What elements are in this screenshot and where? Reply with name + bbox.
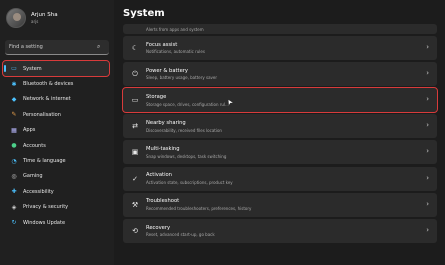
sidebar-item-label: Bluetooth & devices xyxy=(23,81,74,88)
accounts-icon: ● xyxy=(11,142,17,150)
bluetooth-icon: ✱ xyxy=(11,80,17,88)
sidebar-item-accounts[interactable]: ● Accounts xyxy=(3,138,109,153)
clock-icon: ◔ xyxy=(11,157,17,165)
settings-item-storage[interactable]: ▭ Storage Storage space, drives, configura… xyxy=(122,87,438,114)
settings-item-description: Discoverability, received files location xyxy=(146,127,222,133)
settings-item-description: Notifications, automatic rules xyxy=(146,49,205,55)
settings-item-description: Storage space, drives, configuration rul… xyxy=(146,101,229,107)
settings-item-title: Troubleshoot xyxy=(146,198,180,205)
settings-item-nearby-sharing[interactable]: ⇄ Nearby sharing Discoverability, received… xyxy=(123,114,437,139)
user-email: arjs xyxy=(31,19,39,24)
sidebar-item-personalisation[interactable]: ✎ Personalisation xyxy=(3,107,109,122)
gamepad-icon: ◎ xyxy=(11,172,17,180)
search-icon[interactable]: ⌕ xyxy=(97,43,100,51)
sidebar-item-label: System xyxy=(23,65,42,72)
settings-item-title: Nearby sharing xyxy=(146,120,186,127)
update-icon: ↻ xyxy=(11,219,17,227)
moon-icon: ☾ xyxy=(131,44,139,53)
apps-icon: ▦ xyxy=(11,126,17,134)
user-profile[interactable]: Arjun Sha arjs xyxy=(6,8,58,28)
network-icon: ◆ xyxy=(11,95,17,103)
sidebar-item-label: Time & language xyxy=(23,158,66,165)
power-icon: ⏻ xyxy=(132,69,138,78)
settings-item-description: Reset, advanced start-up, go back xyxy=(146,232,215,237)
settings-item-focus-assist[interactable]: ☾ Focus assist Notifications, automatic ru… xyxy=(123,36,437,61)
settings-item-title: Recovery xyxy=(146,224,171,231)
settings-item-recovery[interactable]: ⟲ Recovery Reset, advanced start-up, go ba… xyxy=(123,218,437,243)
sidebar-item-label: Gaming xyxy=(23,173,43,180)
check-icon: ✓ xyxy=(132,174,138,183)
sidebar: Arjun Sha arjs ⌕ ▭ System ✱ Bluetooth & dev… xyxy=(0,0,114,265)
sidebar-item-windows-update[interactable]: ↻ Windows Update xyxy=(3,215,109,230)
settings-item-multi-tasking[interactable]: ▣ Multi-tasking Snap windows, desktops, ta… xyxy=(123,140,437,165)
settings-item-description: Sleep, battery usage, battery saver xyxy=(146,75,218,81)
chevron-right-icon: › xyxy=(426,173,429,182)
sidebar-item-label: Windows Update xyxy=(23,219,66,226)
sidebar-item-system[interactable]: ▭ System xyxy=(2,59,110,78)
accessibility-icon: ✚ xyxy=(11,188,17,196)
settings-item-title: Focus assist xyxy=(146,41,178,48)
settings-item-title: Multi-tasking xyxy=(146,146,180,153)
sidebar-item-label: Accessibility xyxy=(23,188,54,195)
settings-list: Alerts from apps and system ☾ Focus assist… xyxy=(122,24,438,245)
sidebar-item-label: Network & internet xyxy=(23,96,71,103)
sidebar-item-label: Accounts xyxy=(23,142,46,149)
chevron-right-icon: › xyxy=(426,225,429,234)
wrench-icon: ⚒ xyxy=(131,200,139,209)
page-title: System xyxy=(123,8,165,19)
settings-item-power-battery[interactable]: ⏻ Power & battery Sleep, battery usage, ba… xyxy=(123,62,437,87)
settings-item-description: Activation state, subscriptions, product… xyxy=(146,179,233,185)
settings-item-description: Recommended troubleshooters, preferences… xyxy=(146,205,252,211)
sidebar-item-label: Apps xyxy=(23,127,36,134)
monitor-icon: ▭ xyxy=(11,65,17,73)
chevron-right-icon: › xyxy=(426,199,429,208)
sidebar-item-label: Personalisation xyxy=(23,111,61,118)
sidebar-item-network-internet[interactable]: ◆ Network & internet xyxy=(3,92,109,107)
brush-icon: ✎ xyxy=(11,111,17,119)
sidebar-item-time-language[interactable]: ◔ Time & language xyxy=(3,153,109,168)
chevron-right-icon: › xyxy=(426,95,429,104)
avatar xyxy=(6,8,26,28)
shield-icon: ◈ xyxy=(11,203,17,211)
sidebar-nav: ▭ System ✱ Bluetooth & devices ◆ Network & in… xyxy=(2,59,110,230)
mouse-cursor-icon: ➤ xyxy=(225,97,235,107)
search-input[interactable] xyxy=(9,44,97,50)
settings-item-description: Alerts from apps and system xyxy=(146,26,204,32)
settings-item-description: Snap windows, desktops, task switching xyxy=(146,153,227,159)
settings-item-title: Activation xyxy=(146,172,172,179)
sidebar-item-privacy-security[interactable]: ◈ Privacy & security xyxy=(3,200,109,215)
chevron-right-icon: › xyxy=(426,121,429,130)
sidebar-item-accessibility[interactable]: ✚ Accessibility xyxy=(3,184,109,199)
settings-item-notifications[interactable]: Alerts from apps and system xyxy=(123,24,437,34)
sidebar-item-label: Privacy & security xyxy=(23,204,69,211)
settings-item-troubleshoot[interactable]: ⚒ Troubleshoot Recommended troubleshooters… xyxy=(123,192,437,217)
settings-item-title: Storage xyxy=(146,94,167,101)
chevron-right-icon: › xyxy=(426,43,429,52)
sidebar-item-bluetooth-devices[interactable]: ✱ Bluetooth & devices xyxy=(3,76,109,91)
user-name: Arjun Sha xyxy=(31,12,58,18)
chevron-right-icon: › xyxy=(426,147,429,156)
multitask-icon: ▣ xyxy=(131,148,139,157)
drive-icon: ▭ xyxy=(131,96,139,105)
recovery-icon: ⟲ xyxy=(132,226,138,235)
chevron-right-icon: › xyxy=(426,69,429,78)
main-content: System Alerts from apps and system ☾ Focus… xyxy=(114,0,445,265)
settings-item-title: Power & battery xyxy=(146,67,188,74)
sidebar-item-apps[interactable]: ▦ Apps xyxy=(3,123,109,138)
share-icon: ⇄ xyxy=(132,122,138,131)
settings-item-activation[interactable]: ✓ Activation Activation state, subscriptio… xyxy=(123,166,437,191)
sidebar-item-gaming[interactable]: ◎ Gaming xyxy=(3,169,109,184)
search-box[interactable]: ⌕ xyxy=(5,40,109,55)
